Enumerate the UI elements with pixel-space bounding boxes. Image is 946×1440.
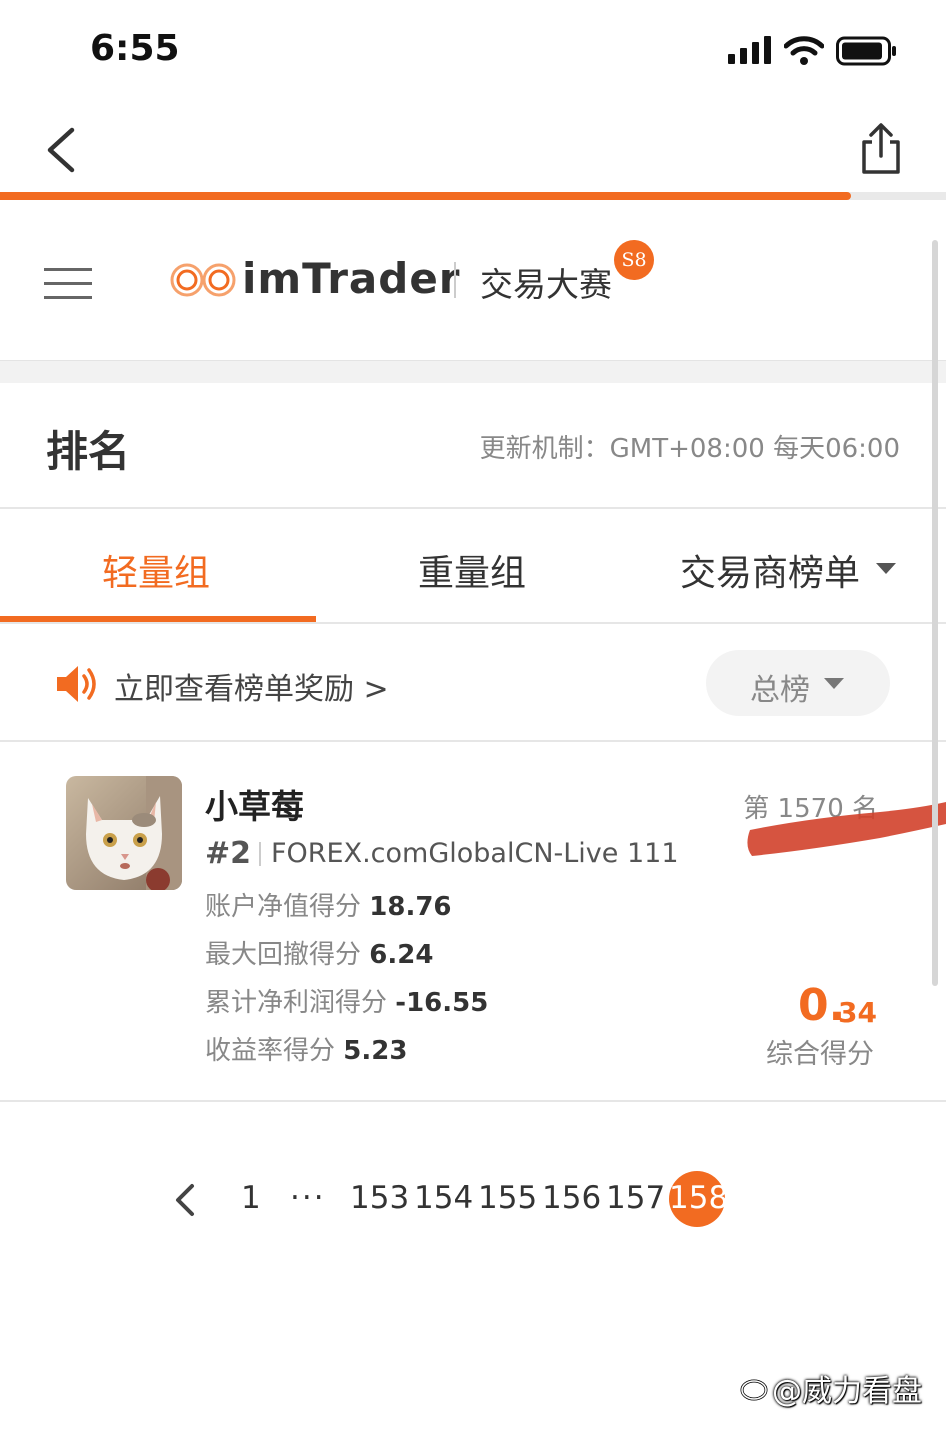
battery-icon xyxy=(836,36,896,66)
metric-label: 账户净值得分 xyxy=(205,892,362,922)
group-rank: #2 xyxy=(205,836,252,871)
menu-line xyxy=(44,296,92,299)
divider xyxy=(0,507,946,509)
divider xyxy=(0,622,946,624)
metric-value: -16.55 xyxy=(395,988,489,1018)
red-marker-scribble xyxy=(747,802,946,856)
divider xyxy=(0,1100,946,1102)
trader-name: 小草莓 xyxy=(205,787,304,826)
menu-line xyxy=(44,282,92,285)
page-link[interactable]: 1 xyxy=(241,1180,261,1216)
page-load-progress-fill xyxy=(0,192,852,200)
menu-line xyxy=(44,268,92,271)
composite-score-label: 综合得分 xyxy=(766,1039,874,1070)
brand-name: imTrader xyxy=(242,254,461,303)
ranking-filter-label[interactable]: 总榜 xyxy=(750,665,810,709)
cellular-signal-icon xyxy=(728,36,771,64)
speaker-icon xyxy=(57,666,96,702)
chevron-down-icon[interactable] xyxy=(876,563,896,574)
metric-drawdown-score: 最大回撤得分 6.24 xyxy=(205,934,433,971)
trading-server: FOREX.comGlobalCN-Live 111 xyxy=(271,838,679,869)
page-link[interactable]: 153 xyxy=(350,1180,409,1216)
season-badge: S8 xyxy=(614,240,654,280)
metric-label: 收益率得分 xyxy=(205,1036,336,1066)
avatar[interactable] xyxy=(66,776,182,890)
composite-score-decimal: 34 xyxy=(838,996,877,1029)
metric-value: 5.23 xyxy=(343,1036,408,1066)
page-ellipsis: ··· xyxy=(290,1180,326,1216)
metric-value: 18.76 xyxy=(369,892,452,922)
section-gap xyxy=(0,360,946,383)
tab-heavy-group[interactable]: 重量组 xyxy=(418,544,526,596)
metric-return-rate-score: 收益率得分 5.23 xyxy=(205,1030,407,1067)
tab-broker-ranking[interactable]: 交易商榜单 xyxy=(680,544,860,596)
contest-title: 交易大赛 xyxy=(480,265,612,304)
scrollbar[interactable] xyxy=(932,240,938,986)
metric-label: 累计净利润得分 xyxy=(205,988,388,1018)
metric-net-profit-score: 累计净利润得分 -16.55 xyxy=(205,982,488,1019)
divider xyxy=(0,740,946,742)
status-time: 6:55 xyxy=(90,28,180,69)
menu-button[interactable] xyxy=(44,266,94,302)
weibo-logo-icon xyxy=(740,1374,769,1401)
watermark-text: @威力看盘 xyxy=(772,1374,922,1409)
page-link[interactable]: 155 xyxy=(478,1180,537,1216)
update-rule-text: 更新机制：GMT+08:00 每天06:00 xyxy=(479,434,900,464)
page-link[interactable]: 156 xyxy=(542,1180,601,1216)
page-link[interactable]: 157 xyxy=(606,1180,665,1216)
imtrader-logo-icon xyxy=(170,263,236,297)
share-button[interactable] xyxy=(858,120,904,176)
rewards-link[interactable]: 立即查看榜单奖励 > xyxy=(114,664,389,708)
chevron-down-icon[interactable] xyxy=(824,678,844,689)
back-button[interactable] xyxy=(38,124,88,176)
current-page[interactable]: 158 xyxy=(669,1180,728,1216)
metric-label: 最大回撤得分 xyxy=(205,940,362,970)
page-link[interactable]: 154 xyxy=(414,1180,473,1216)
previous-page-button[interactable] xyxy=(170,1180,200,1220)
metric-equity-score: 账户净值得分 18.76 xyxy=(205,886,452,923)
page-title: 排名 xyxy=(46,427,131,476)
tab-light-group[interactable]: 轻量组 xyxy=(102,544,210,596)
metric-value: 6.24 xyxy=(369,940,434,970)
wifi-icon xyxy=(784,36,824,65)
brand-divider xyxy=(454,262,456,298)
divider xyxy=(259,842,261,866)
